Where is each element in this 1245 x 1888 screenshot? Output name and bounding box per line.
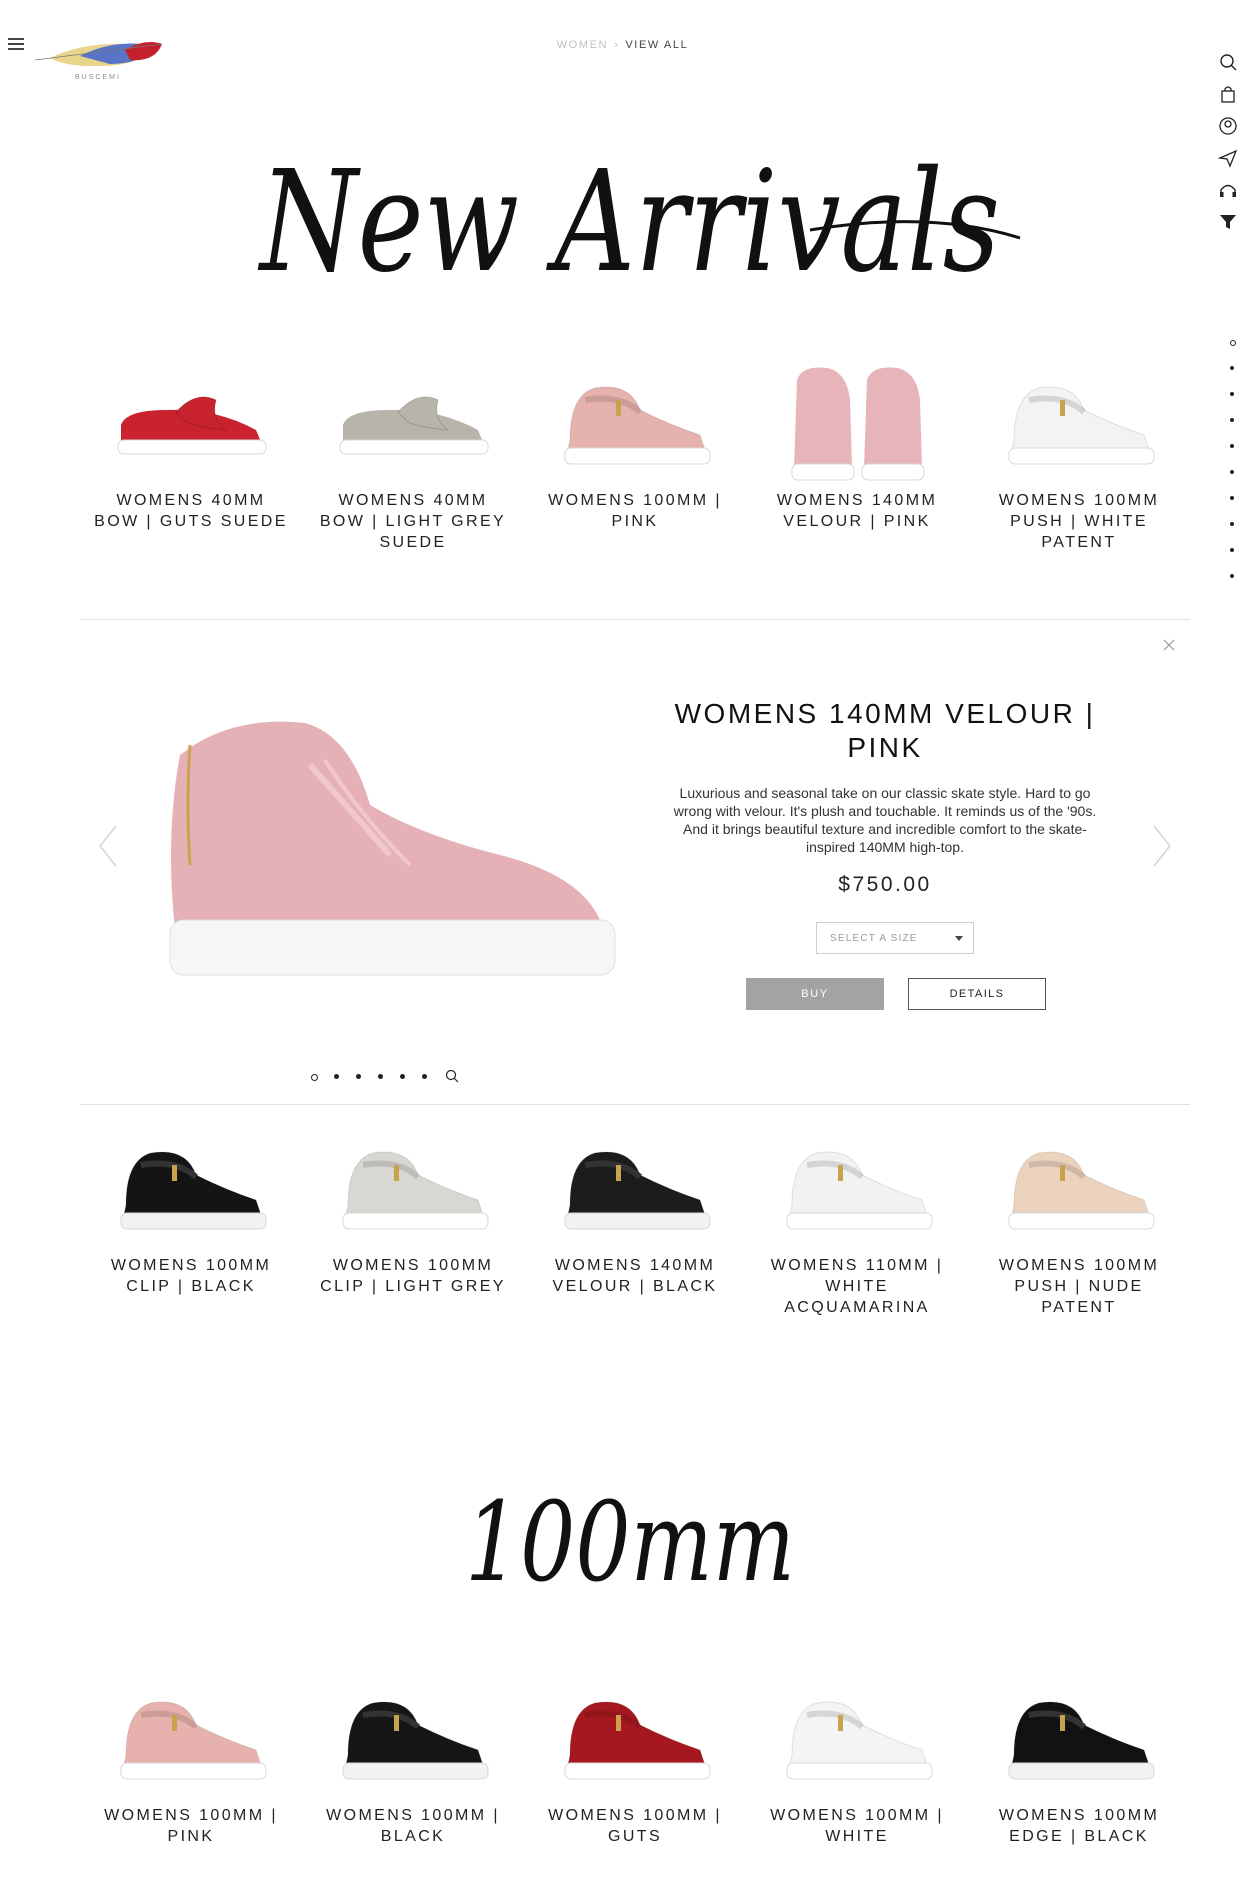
product-name[interactable]: WOMENS 100MM CLIP | BLACK xyxy=(80,1255,302,1297)
product-card[interactable]: WOMENS 100MM | BLACK xyxy=(302,1675,524,1847)
next-arrow-icon[interactable] xyxy=(1150,822,1174,870)
product-card[interactable]: WOMENS 100MM | GUTS xyxy=(524,1675,746,1847)
product-card[interactable]: WOMENS 40MM BOW | LIGHT GREY SUEDE xyxy=(302,360,524,553)
product-card[interactable]: WOMENS 100MM | WHITE xyxy=(746,1675,968,1847)
product-description: Luxurious and seasonal take on our class… xyxy=(673,785,1097,855)
breadcrumb: WOMEN › VIEW ALL xyxy=(0,39,1245,51)
buy-button[interactable]: BUY xyxy=(746,978,884,1010)
image-dot[interactable] xyxy=(356,1074,361,1079)
image-dot[interactable] xyxy=(334,1074,339,1079)
page-dot[interactable] xyxy=(1230,340,1236,346)
product-image[interactable] xyxy=(968,1125,1190,1255)
product-name[interactable]: WOMENS 100MM | PINK xyxy=(524,490,746,532)
image-dot[interactable] xyxy=(422,1074,427,1079)
page-dot[interactable] xyxy=(1230,574,1234,578)
search-icon[interactable] xyxy=(1218,52,1238,72)
new-arrivals-grid: WOMENS 40MM BOW | GUTS SUEDE WOMENS 40MM… xyxy=(80,360,1190,553)
account-icon[interactable] xyxy=(1218,116,1238,136)
product-name[interactable]: WOMENS 100MM CLIP | LIGHT GREY xyxy=(302,1255,524,1297)
product-image[interactable] xyxy=(524,360,746,490)
product-main-image xyxy=(169,721,616,976)
product-image[interactable] xyxy=(302,1675,524,1805)
product-image[interactable] xyxy=(968,360,1190,490)
breadcrumb-current: VIEW ALL xyxy=(625,39,689,51)
bag-icon[interactable] xyxy=(1218,84,1238,104)
logo-text: BUSCEMI xyxy=(75,74,121,81)
100mm-product-grid: WOMENS 100MM | PINK WOMENS 100MM | BLACK… xyxy=(80,1675,1190,1847)
size-select-label: SELECT A SIZE xyxy=(830,933,918,944)
product-image[interactable] xyxy=(746,1675,968,1805)
svg-text:100mm: 100mm xyxy=(465,1478,795,1606)
product-name[interactable]: WOMENS 100MM | GUTS xyxy=(524,1805,746,1847)
product-card[interactable]: WOMENS 100MM PUSH | WHITE PATENT xyxy=(968,360,1190,553)
page-dot[interactable] xyxy=(1230,418,1234,422)
product-image[interactable] xyxy=(524,1675,746,1805)
filter-icon[interactable] xyxy=(1218,212,1238,232)
product-name[interactable]: WOMENS 40MM BOW | GUTS SUEDE xyxy=(80,490,302,532)
product-image[interactable] xyxy=(524,1125,746,1255)
product-card[interactable]: WOMENS 140MM VELOUR | PINK xyxy=(746,360,968,553)
product-grid: WOMENS 100MM CLIP | BLACK WOMENS 100MM C… xyxy=(80,1125,1190,1318)
image-dot[interactable] xyxy=(400,1074,405,1079)
page-dot[interactable] xyxy=(1230,366,1234,370)
product-image[interactable] xyxy=(968,1675,1190,1805)
close-icon[interactable] xyxy=(1162,638,1176,652)
details-button[interactable]: DETAILS xyxy=(908,978,1046,1010)
product-image[interactable] xyxy=(80,1125,302,1255)
send-icon[interactable] xyxy=(1217,148,1238,168)
prev-arrow-icon[interactable] xyxy=(96,822,120,870)
product-image[interactable] xyxy=(746,360,968,490)
product-card[interactable]: WOMENS 100MM EDGE | BLACK xyxy=(968,1675,1190,1847)
product-image[interactable] xyxy=(302,360,524,490)
product-card[interactable]: WOMENS 100MM CLIP | LIGHT GREY xyxy=(302,1125,524,1318)
image-dot[interactable] xyxy=(311,1074,318,1081)
breadcrumb-separator: › xyxy=(614,39,620,51)
page-dot[interactable] xyxy=(1230,496,1234,500)
product-name[interactable]: WOMENS 110MM | WHITE ACQUAMARINA xyxy=(746,1255,968,1318)
product-card[interactable]: WOMENS 100MM | PINK xyxy=(524,360,746,553)
product-name[interactable]: WOMENS 140MM VELOUR | PINK xyxy=(746,490,968,532)
headphones-icon[interactable] xyxy=(1218,180,1238,200)
product-name[interactable]: WOMENS 100MM EDGE | BLACK xyxy=(968,1805,1190,1847)
product-card[interactable]: WOMENS 40MM BOW | GUTS SUEDE xyxy=(80,360,302,553)
zoom-icon[interactable] xyxy=(445,1069,459,1083)
product-name[interactable]: WOMENS 100MM | PINK xyxy=(80,1805,302,1847)
breadcrumb-women-link[interactable]: WOMEN xyxy=(557,39,608,51)
product-card[interactable]: WOMENS 100MM CLIP | BLACK xyxy=(80,1125,302,1318)
product-image[interactable] xyxy=(80,360,302,490)
new-arrivals-heading: New Arrivals xyxy=(258,141,1021,304)
divider xyxy=(80,619,1190,620)
product-title: WOMENS 140MM VELOUR | PINK xyxy=(674,698,1096,763)
image-dot[interactable] xyxy=(378,1074,383,1079)
product-name[interactable]: WOMENS 40MM BOW | LIGHT GREY SUEDE xyxy=(302,490,524,553)
product-card[interactable]: WOMENS 110MM | WHITE ACQUAMARINA xyxy=(746,1125,968,1318)
product-name[interactable]: WOMENS 100MM PUSH | NUDE PATENT xyxy=(968,1255,1190,1318)
product-card[interactable]: WOMENS 100MM | PINK xyxy=(80,1675,302,1847)
size-select[interactable]: SELECT A SIZE xyxy=(816,922,974,954)
product-card[interactable]: WOMENS 140MM VELOUR | BLACK xyxy=(524,1125,746,1318)
product-name[interactable]: WOMENS 140MM VELOUR | BLACK xyxy=(524,1255,746,1297)
page-dot[interactable] xyxy=(1230,522,1234,526)
page-dot[interactable] xyxy=(1230,548,1234,552)
chevron-down-icon xyxy=(955,936,963,941)
product-name[interactable]: WOMENS 100MM PUSH | WHITE PATENT xyxy=(968,490,1190,553)
product-price: $750.00 xyxy=(838,873,932,896)
product-image[interactable] xyxy=(80,1675,302,1805)
product-name[interactable]: WOMENS 100MM | BLACK xyxy=(302,1805,524,1847)
page-dot[interactable] xyxy=(1230,392,1234,396)
divider xyxy=(80,1104,1190,1105)
product-name[interactable]: WOMENS 100MM | WHITE xyxy=(746,1805,968,1847)
page-dot[interactable] xyxy=(1230,470,1234,474)
section-heading-100mm: 100mm xyxy=(465,1478,795,1606)
product-image[interactable] xyxy=(302,1125,524,1255)
page-dot[interactable] xyxy=(1230,444,1234,448)
product-card[interactable]: WOMENS 100MM PUSH | NUDE PATENT xyxy=(968,1125,1190,1318)
product-image[interactable] xyxy=(746,1125,968,1255)
